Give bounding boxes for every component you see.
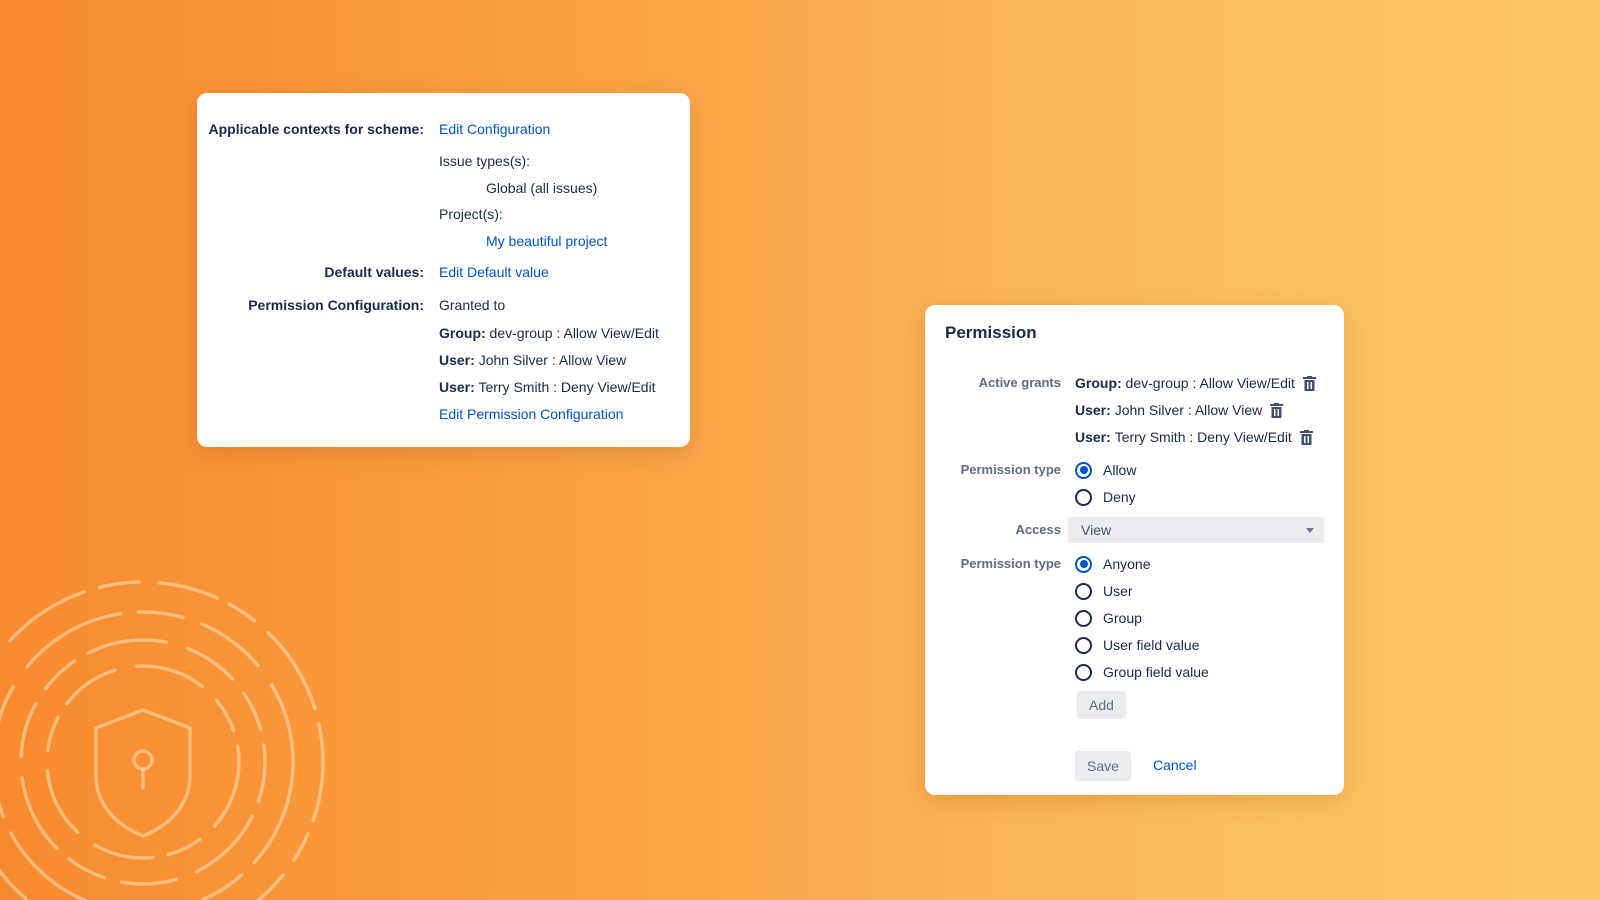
grantee-user-field-row[interactable]: User field value bbox=[925, 633, 1344, 657]
cancel-link[interactable]: Cancel bbox=[1153, 757, 1197, 773]
issue-types-value: Global (all issues) bbox=[486, 180, 598, 196]
access-selected-value: View bbox=[1081, 522, 1112, 538]
trash-icon[interactable] bbox=[1270, 402, 1284, 418]
contexts-label: Applicable contexts for scheme: bbox=[208, 121, 424, 137]
group-field-radio[interactable] bbox=[1075, 663, 1092, 681]
permission-type-allow-row[interactable]: Permission type Allow bbox=[925, 458, 1344, 482]
grantee-user-row[interactable]: User bbox=[925, 579, 1344, 603]
trash-icon[interactable] bbox=[1302, 375, 1316, 391]
grantee-anyone-row[interactable]: Permission type Anyone bbox=[925, 552, 1344, 576]
granted-to-label: Granted to bbox=[439, 297, 506, 313]
permission-config-label: Permission Configuration: bbox=[248, 297, 424, 313]
group-field-label: Group field value bbox=[1103, 664, 1209, 680]
user-radio[interactable] bbox=[1075, 582, 1092, 600]
active-grant-row: User: John Silver : Allow View bbox=[925, 398, 1344, 422]
projects-row: Project(s): bbox=[197, 203, 690, 225]
user-field-label: User field value bbox=[1103, 637, 1200, 653]
grant-text: Terry Smith : Deny View/Edit bbox=[1114, 429, 1292, 445]
edit-configuration-link[interactable]: Edit Configuration bbox=[439, 118, 550, 140]
grant-text: Terry Smith : Deny View/Edit bbox=[478, 379, 656, 395]
deny-label: Deny bbox=[1103, 489, 1136, 505]
edit-permission-row: Edit Permission Configuration bbox=[197, 403, 690, 425]
add-button[interactable]: Add bbox=[1077, 691, 1126, 719]
allow-label: Allow bbox=[1103, 462, 1137, 478]
projects-label: Project(s): bbox=[439, 206, 503, 222]
grant-text: dev-group : Allow View/Edit bbox=[489, 325, 659, 341]
permission-type-deny-row[interactable]: Deny bbox=[925, 485, 1344, 509]
deny-radio[interactable] bbox=[1075, 488, 1092, 506]
default-values-row: Default values: Edit Default value bbox=[197, 261, 690, 283]
project-link-row: My beautiful project bbox=[197, 230, 690, 252]
access-row: Access View bbox=[925, 517, 1344, 543]
dialog-title: Permission bbox=[945, 323, 1037, 342]
active-grants-label: Active grants bbox=[978, 375, 1061, 390]
grant-kind: Group: bbox=[1075, 375, 1122, 391]
edit-default-value-link[interactable]: Edit Default value bbox=[439, 261, 549, 283]
shield-lock-decoration-icon bbox=[0, 580, 325, 900]
user-label: User bbox=[1103, 583, 1133, 599]
access-label: Access bbox=[1015, 522, 1061, 537]
grant-kind: User: bbox=[439, 352, 475, 368]
access-select[interactable]: View bbox=[1068, 517, 1324, 543]
anyone-radio[interactable] bbox=[1075, 555, 1092, 573]
grant-kind: User: bbox=[1075, 429, 1111, 445]
grant-text: dev-group : Allow View/Edit bbox=[1125, 375, 1295, 391]
grant-kind: User: bbox=[439, 379, 475, 395]
grantee-group-row[interactable]: Group bbox=[925, 606, 1344, 630]
grant-row: Group: dev-group : Allow View/Edit bbox=[197, 322, 690, 344]
chevron-down-icon bbox=[1306, 528, 1314, 533]
grant-row: User: John Silver : Allow View bbox=[197, 349, 690, 371]
grant-kind: Group: bbox=[439, 325, 486, 341]
grant-text: John Silver : Allow View bbox=[478, 352, 627, 368]
allow-radio[interactable] bbox=[1075, 461, 1092, 479]
user-field-radio[interactable] bbox=[1075, 636, 1092, 654]
grant-kind: User: bbox=[1075, 402, 1111, 418]
active-grant-row: User: Terry Smith : Deny View/Edit bbox=[925, 425, 1344, 449]
anyone-label: Anyone bbox=[1103, 556, 1151, 572]
grant-row: User: Terry Smith : Deny View/Edit bbox=[197, 376, 690, 398]
issue-types-value-row: Global (all issues) bbox=[197, 177, 690, 199]
default-values-label: Default values: bbox=[324, 264, 424, 280]
active-grant-row: Active grants Group: dev-group : Allow V… bbox=[925, 371, 1344, 395]
issue-types-row: Issue types(s): bbox=[197, 150, 690, 172]
edit-permission-configuration-link[interactable]: Edit Permission Configuration bbox=[439, 403, 623, 425]
permission-dialog: Permission Active grants Group: dev-grou… bbox=[925, 305, 1344, 795]
grant-text: John Silver : Allow View bbox=[1114, 402, 1263, 418]
project-link[interactable]: My beautiful project bbox=[486, 230, 607, 252]
save-button[interactable]: Save bbox=[1075, 751, 1131, 781]
grantee-group-field-row[interactable]: Group field value bbox=[925, 660, 1344, 684]
group-label: Group bbox=[1103, 610, 1142, 626]
permission-type-label: Permission type bbox=[960, 462, 1061, 477]
group-radio[interactable] bbox=[1075, 609, 1092, 627]
scheme-context-card: Applicable contexts for scheme: Edit Con… bbox=[197, 93, 690, 447]
permission-type-label-2: Permission type bbox=[960, 556, 1061, 571]
contexts-row: Applicable contexts for scheme: Edit Con… bbox=[197, 118, 690, 140]
trash-icon[interactable] bbox=[1299, 429, 1313, 445]
issue-types-label: Issue types(s): bbox=[439, 153, 531, 169]
permission-config-row: Permission Configuration: Granted to bbox=[197, 294, 690, 316]
